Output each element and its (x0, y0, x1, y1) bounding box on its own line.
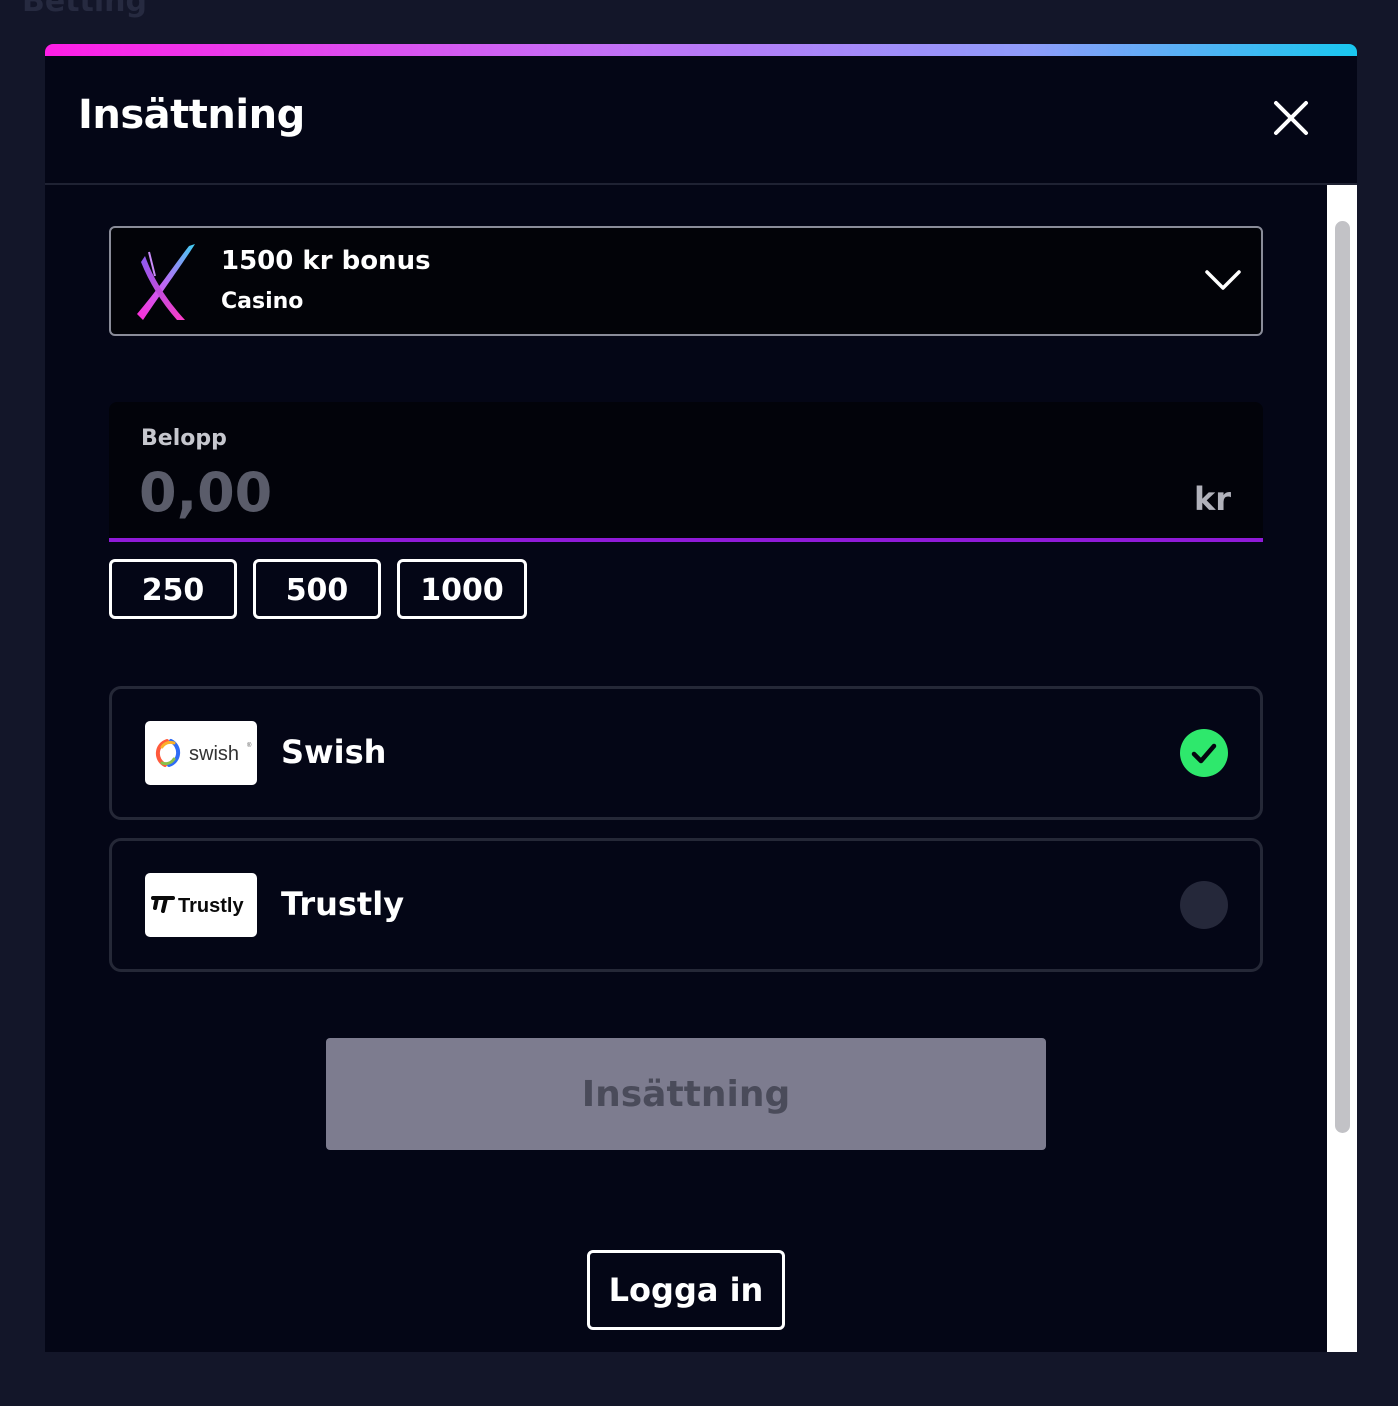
checkmark-icon (1191, 743, 1217, 764)
chevron-down-icon (1205, 270, 1241, 290)
bonus-selector[interactable]: 1500 kr bonus Casino (109, 226, 1263, 336)
login-button[interactable]: Logga in (587, 1250, 785, 1330)
svg-text:®: ® (247, 742, 252, 749)
bonus-subtitle: Casino (221, 289, 304, 314)
amount-field-container: Belopp kr (109, 402, 1263, 542)
modal-content: 1500 kr bonus Casino Belopp kr 250 500 1… (45, 185, 1327, 1352)
brand-x-logo (137, 244, 195, 320)
close-icon (1274, 101, 1308, 135)
payment-method-trustly[interactable]: Trustly Trustly (109, 838, 1263, 972)
close-button[interactable] (1269, 96, 1313, 140)
amount-label: Belopp (141, 426, 227, 451)
radio-unselected[interactable] (1180, 881, 1228, 929)
quick-amount-250-button[interactable]: 250 (109, 559, 237, 619)
deposit-submit-button[interactable]: Insättning (326, 1038, 1046, 1150)
modal-header: Insättning (45, 56, 1357, 185)
payment-method-name: Swish (281, 733, 387, 771)
amount-input[interactable] (139, 458, 1039, 526)
deposit-modal: Insättning 1500 kr bonus Casino Belopp 0… (45, 44, 1357, 1352)
payment-method-swish[interactable]: swish ® Swish (109, 686, 1263, 820)
bonus-title: 1500 kr bonus (221, 246, 431, 276)
svg-text:swish: swish (189, 743, 239, 765)
swish-logo: swish ® (145, 721, 257, 785)
quick-amount-1000-button[interactable]: 1000 (397, 559, 527, 619)
modal-title: Insättning (78, 92, 305, 138)
scrollbar-thumb[interactable] (1335, 221, 1350, 1133)
amount-unit: kr (1193, 480, 1231, 518)
background-page-title: Betting (22, 0, 148, 19)
trustly-logo: Trustly (145, 873, 257, 937)
payment-method-name: Trustly (281, 885, 405, 923)
scrollbar-track[interactable] (1327, 185, 1357, 1352)
radio-selected[interactable] (1180, 729, 1228, 777)
modal-accent-bar (45, 44, 1357, 56)
quick-amount-500-button[interactable]: 500 (253, 559, 381, 619)
svg-text:Trustly: Trustly (178, 895, 244, 917)
